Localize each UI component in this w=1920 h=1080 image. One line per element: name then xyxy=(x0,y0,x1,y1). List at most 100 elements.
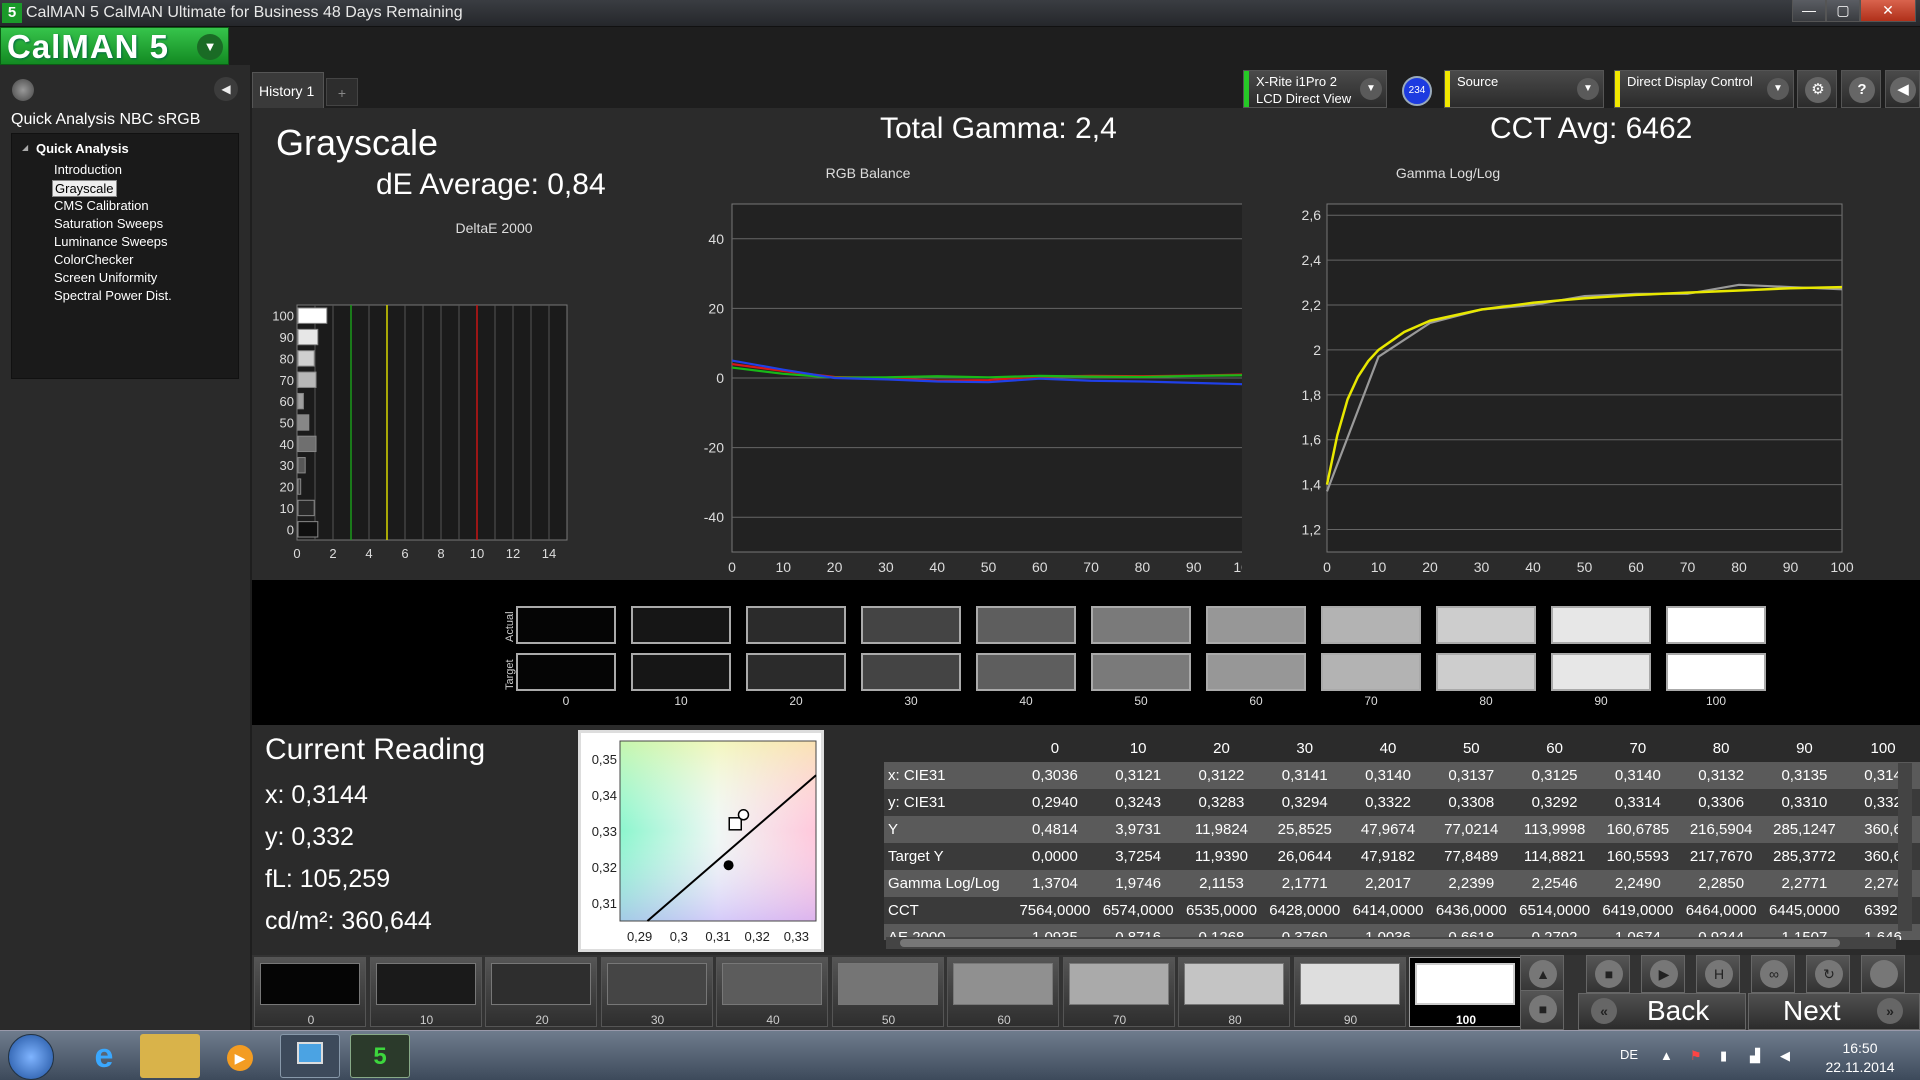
deltae-y-tick: 90 xyxy=(280,330,294,345)
patch-0[interactable]: 0 xyxy=(254,957,366,1027)
source-label: Source xyxy=(1457,74,1499,89)
expand-panel-button[interactable]: ◀ xyxy=(1885,70,1920,108)
collapse-sidebar-icon[interactable]: ◀ xyxy=(214,77,238,101)
gamma-y-tick: 2,4 xyxy=(1302,252,1322,268)
hold-button[interactable]: H xyxy=(1696,955,1740,993)
patch-90[interactable]: 90 xyxy=(1293,957,1406,1027)
stop-button[interactable]: ■ xyxy=(1586,955,1630,993)
computer-icon[interactable] xyxy=(280,1034,340,1078)
refresh-button[interactable]: ↻ xyxy=(1806,955,1850,993)
target-swatch xyxy=(1666,653,1766,691)
scroll-thumb[interactable] xyxy=(900,939,1840,947)
table-column-header: 0 xyxy=(1013,735,1097,762)
table-cell: 0,3306 xyxy=(1679,789,1763,816)
back-button[interactable]: « Back xyxy=(1578,993,1746,1030)
reading-fl: fL: 105,259 xyxy=(265,865,391,893)
sidebar-item-spectral-power[interactable]: Spectral Power Dist. xyxy=(52,288,174,303)
patch-50[interactable]: 50 xyxy=(831,957,944,1027)
table-cell: 0,3132 xyxy=(1679,762,1763,789)
media-player-icon[interactable]: ▶ xyxy=(210,1034,270,1078)
patch-color xyxy=(953,963,1053,1005)
patch-100[interactable]: 100 xyxy=(1409,957,1521,1027)
deltae-bar xyxy=(297,350,315,367)
close-button[interactable]: ✕ xyxy=(1860,0,1916,22)
toggle-up-button[interactable]: ▲ xyxy=(1520,955,1564,995)
sidebar-item-introduction[interactable]: Introduction xyxy=(52,162,124,177)
tree-root-quick-analysis[interactable]: Quick Analysis xyxy=(36,141,129,156)
play-button[interactable]: ▶ xyxy=(1641,955,1685,993)
record-icon[interactable] xyxy=(12,79,34,101)
clock[interactable]: 16:50 22.11.2014 xyxy=(1810,1039,1910,1077)
gamma-y-tick: 1,6 xyxy=(1302,432,1322,448)
stop-measure-button[interactable]: ■ xyxy=(1520,990,1564,1030)
start-button[interactable] xyxy=(8,1034,54,1080)
sidebar-item-colorchecker[interactable]: ColorChecker xyxy=(52,252,135,267)
chevron-down-icon[interactable]: ▼ xyxy=(197,34,223,60)
meter-device-selector[interactable]: X-Rite i1Pro 2 LCD Direct View ▼ xyxy=(1243,70,1387,108)
explorer-icon[interactable] xyxy=(140,1034,200,1078)
patch-30[interactable]: 30 xyxy=(600,957,713,1027)
chevron-down-icon[interactable]: ▼ xyxy=(1360,78,1382,100)
ie-icon[interactable]: e xyxy=(74,1034,134,1078)
extra-button[interactable] xyxy=(1861,955,1905,993)
sidebar-item-cms-calibration[interactable]: CMS Calibration xyxy=(52,198,151,213)
patch-60[interactable]: 60 xyxy=(947,957,1059,1027)
language-indicator[interactable]: DE xyxy=(1620,1047,1638,1062)
sidebar-item-saturation-sweeps[interactable]: Saturation Sweeps xyxy=(52,216,165,231)
vertical-scrollbar[interactable] xyxy=(1898,763,1912,931)
target-swatch xyxy=(631,653,731,691)
back-label: Back xyxy=(1647,995,1710,1026)
table-cell: 2,2399 xyxy=(1429,870,1513,897)
continuous-button[interactable]: ∞ xyxy=(1751,955,1795,993)
deltae-chart: 0 2 4 6 8 10 12 141009080706050403020100 xyxy=(272,304,568,561)
workflow-tree: ◢ Quick Analysis Introduction Grayscale … xyxy=(11,133,239,379)
table-cell: 1,9746 xyxy=(1096,870,1180,897)
settings-button[interactable]: ⚙ xyxy=(1797,70,1837,108)
network-icon[interactable]: ▮ xyxy=(1720,1048,1727,1064)
swatch-label: 20 xyxy=(789,694,803,708)
flag-icon[interactable]: ⚑ xyxy=(1690,1048,1702,1064)
minimize-button[interactable]: — xyxy=(1792,0,1826,22)
table-cell: 6514,0000 xyxy=(1512,897,1597,924)
horizontal-scrollbar[interactable] xyxy=(886,937,1896,949)
next-button[interactable]: Next » xyxy=(1748,993,1920,1030)
gamma-x-tick: 0 xyxy=(1323,559,1331,573)
signal-icon[interactable]: ▟ xyxy=(1750,1048,1760,1064)
patch-color xyxy=(837,963,938,1005)
clock-time: 16:50 xyxy=(1842,1040,1878,1056)
volume-icon[interactable]: ◀ xyxy=(1780,1048,1790,1064)
maximize-button[interactable]: ▢ xyxy=(1826,0,1860,22)
actual-swatch xyxy=(1206,606,1306,644)
stop-icon: ■ xyxy=(1529,995,1557,1023)
sidebar-item-grayscale[interactable]: Grayscale xyxy=(52,180,117,197)
chevron-down-icon[interactable]: ▼ xyxy=(1767,78,1789,100)
calman-taskbar-icon[interactable]: 5 xyxy=(350,1034,410,1078)
add-tab-button[interactable]: + xyxy=(326,78,358,106)
cie-x-tick: 0,29 xyxy=(627,929,652,944)
display-control-selector[interactable]: Direct Display Control ▼ xyxy=(1614,70,1794,108)
swatch-label: 80 xyxy=(1479,694,1493,708)
sidebar-item-screen-uniformity[interactable]: Screen Uniformity xyxy=(52,270,159,285)
source-device-selector[interactable]: Source ▼ xyxy=(1444,70,1604,108)
calman-logo-menu[interactable]: CalMAN 5 ▼ xyxy=(0,27,229,65)
patch-10[interactable]: 10 xyxy=(369,957,482,1027)
chevron-down-icon[interactable]: ▼ xyxy=(1577,78,1599,100)
help-button[interactable]: ? xyxy=(1841,70,1881,108)
patch-label: 50 xyxy=(881,1013,896,1027)
swatch-label: 10 xyxy=(674,694,688,708)
table-cell: 6574,0000 xyxy=(1096,897,1180,924)
sidebar-item-luminance-sweeps[interactable]: Luminance Sweeps xyxy=(52,234,169,249)
tree-expand-icon[interactable]: ◢ xyxy=(22,143,28,152)
page-title: Grayscale xyxy=(276,122,439,163)
patch-80[interactable]: 80 xyxy=(1178,957,1290,1027)
title-bar: 5 CalMAN 5 CalMAN Ultimate for Business … xyxy=(0,0,1920,27)
maximize-icon: ▢ xyxy=(1836,2,1850,18)
swatch-label: 0 xyxy=(562,694,570,708)
tray-expand-icon[interactable]: ▲ xyxy=(1660,1048,1673,1063)
table-cell: 0,3314 xyxy=(1596,789,1680,816)
patch-20[interactable]: 20 xyxy=(485,957,597,1027)
patch-40[interactable]: 40 xyxy=(716,957,828,1027)
meter-count-badge[interactable]: 234 xyxy=(1402,76,1432,106)
tab-history-1[interactable]: History 1 xyxy=(252,72,324,108)
patch-70[interactable]: 70 xyxy=(1062,957,1175,1027)
